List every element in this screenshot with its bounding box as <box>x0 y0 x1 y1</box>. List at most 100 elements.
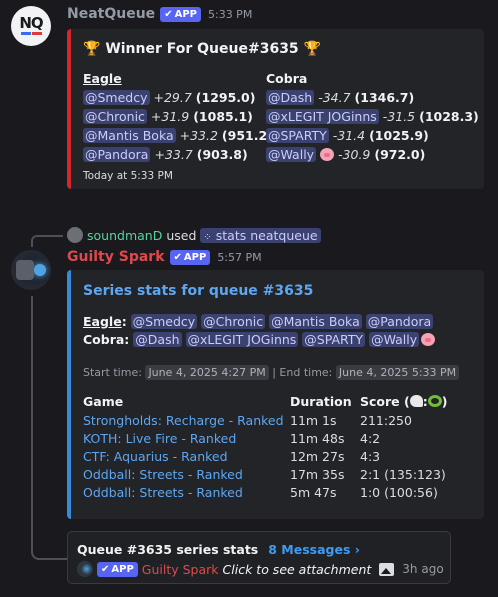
player-rating: (972.0) <box>374 147 426 162</box>
player-delta: -31.4 <box>332 128 366 143</box>
start-time-value[interactable]: June 4, 2025 4:27 PM <box>145 365 269 380</box>
player-delta: -30.9 <box>338 147 371 162</box>
image-icon <box>379 562 395 576</box>
neatqueue-logo-text: NQ <box>19 14 43 32</box>
team-eagle-name: Eagle <box>83 71 122 86</box>
trophy-icon: 🏆 <box>303 41 321 57</box>
apps-icon: ⁘ <box>203 231 212 243</box>
pig-icon <box>421 333 436 346</box>
thread-preview: ✔ APP Guilty Spark Click to see attachme… <box>77 561 444 577</box>
col-game-header: Game <box>83 394 124 409</box>
player-mention[interactable]: @Wally <box>369 332 420 347</box>
game-duration: 12m 27s <box>290 449 345 464</box>
neatqueue-username[interactable]: NeatQueue <box>67 6 155 22</box>
game-link[interactable]: CTF: Aquarius - Ranked <box>83 447 228 466</box>
app-badge-label: APP <box>183 251 207 263</box>
eagle-icon <box>409 395 423 407</box>
game-duration: 5m 47s <box>290 485 337 500</box>
msg2-header: Guilty Spark ✔ APP 5:57 PM <box>67 249 262 265</box>
team-eagle-row: @Pandora +33.7 (903.8) <box>83 145 273 164</box>
msg1-header: NeatQueue ✔ APP 5:33 PM <box>67 6 252 22</box>
player-delta: +31.9 <box>150 109 190 124</box>
neatqueue-avatar[interactable]: NQ <box>11 6 51 46</box>
neatqueue-logo-bar <box>21 32 31 35</box>
player-delta: +29.7 <box>153 90 192 105</box>
slash-command-label: stats neatqueue <box>215 227 318 243</box>
player-rating: (1346.7) <box>354 90 415 105</box>
player-mention[interactable]: @Smedcy <box>83 90 150 105</box>
winner-embed: 🏆 Winner For Queue#3635 🏆 Eagle @Smedcy … <box>67 29 484 189</box>
player-mention[interactable]: @Chronic <box>83 109 147 124</box>
player-delta: -34.7 <box>318 90 351 105</box>
guilty-spark-avatar[interactable] <box>11 250 51 290</box>
msg1-timestamp[interactable]: 5:33 PM <box>208 8 252 21</box>
table-row: Strongholds: Recharge - Ranked 11m 1s 21… <box>83 411 483 429</box>
time-separator: | <box>272 366 276 379</box>
game-link[interactable]: Oddball: Streets - Ranked <box>83 483 243 502</box>
game-score: 211:250 <box>360 413 412 428</box>
player-mention[interactable]: @Smedcy <box>130 314 198 329</box>
game-duration: 11m 1s <box>290 413 337 428</box>
player-mention[interactable]: @Dash <box>133 332 182 347</box>
game-link[interactable]: KOTH: Live Fire - Ranked <box>83 429 236 448</box>
check-icon: ✔ <box>164 8 173 20</box>
team-eagle-row: @Smedcy +29.7 (1295.0) <box>83 88 273 107</box>
check-icon: ✔ <box>173 251 182 263</box>
thread-age: 3h ago <box>402 562 444 576</box>
app-badge-label: APP <box>111 563 134 575</box>
reply-connector <box>31 235 63 247</box>
thread-header: Queue #3635 series stats 8 Messages › <box>77 542 360 557</box>
game-score: 4:2 <box>360 431 381 446</box>
app-badge: ✔ APP <box>169 249 211 265</box>
thread-title[interactable]: Queue #3635 series stats <box>77 542 258 557</box>
score-header-close: ) <box>441 394 448 409</box>
thread-author: Guilty Spark <box>141 561 219 577</box>
player-mention[interactable]: @Mantis Boka <box>83 128 176 143</box>
app-badge-label: APP <box>174 8 197 20</box>
player-mention[interactable]: @Pandora <box>365 314 434 329</box>
reply-username[interactable]: soundmanD <box>87 228 162 243</box>
app-badge: ✔ APP <box>97 561 138 577</box>
end-time-value[interactable]: June 4, 2025 5:33 PM <box>335 365 460 380</box>
table-row: Oddball: Streets - Ranked 17m 35s 2:1 (1… <box>83 465 483 483</box>
guilty-spark-mini-avatar <box>77 561 93 577</box>
games-table: Strongholds: Recharge - Ranked 11m 1s 21… <box>83 411 483 501</box>
reply-used-text: used <box>166 227 197 243</box>
player-mention[interactable]: @xLEGIT JOGinns <box>185 332 299 347</box>
player-mention[interactable]: @Chronic <box>201 314 266 329</box>
soundmand-avatar[interactable] <box>67 227 83 243</box>
guilty-spark-username[interactable]: Guilty Spark <box>67 249 165 265</box>
game-score: 2:1 (135:123) <box>360 467 446 482</box>
player-mention[interactable]: @Pandora <box>83 147 151 162</box>
player-rating: (1085.1) <box>193 109 253 124</box>
player-rating: (1295.0) <box>195 90 256 105</box>
game-link[interactable]: Oddball: Streets - Ranked <box>83 465 243 484</box>
pig-icon <box>320 148 335 161</box>
player-mention[interactable]: @SPARTY <box>302 332 366 347</box>
team-cobra-row: @SPARTY -31.4 (1025.9) <box>266 126 479 145</box>
series-stats-title[interactable]: Series stats for queue #3635 <box>83 283 313 299</box>
cobra-label: Cobra: <box>83 332 130 347</box>
player-mention[interactable]: @Dash <box>266 90 315 105</box>
app-badge: ✔ APP <box>160 6 201 22</box>
end-time-label: End time: <box>279 366 333 379</box>
player-mention[interactable]: @SPARTY <box>266 128 329 143</box>
score-header-text: Score ( <box>360 394 410 409</box>
winner-embed-footer: Today at 5:33 PM <box>83 170 173 182</box>
game-link[interactable]: Strongholds: Recharge - Ranked <box>83 411 284 430</box>
table-row: CTF: Aquarius - Ranked 12m 27s 4:3 <box>83 447 483 465</box>
msg2-timestamp[interactable]: 5:57 PM <box>217 251 261 264</box>
player-mention[interactable]: @xLEGIT JOGinns <box>266 109 379 124</box>
winner-title-text: Winner For Queue#3635 <box>105 41 299 57</box>
slash-command[interactable]: ⁘ stats neatqueue <box>200 227 321 243</box>
series-stats-embed: Series stats for queue #3635 Eagle: @Sme… <box>67 270 484 519</box>
player-mention[interactable]: @Wally <box>266 147 317 162</box>
thread-card[interactable]: Queue #3635 series stats 8 Messages › ✔ … <box>67 531 451 584</box>
eagle-colon: : <box>121 314 127 329</box>
team-cobra: Cobra @Dash -34.7 (1346.7) @xLEGIT JOGin… <box>266 69 479 164</box>
player-mention[interactable]: @Mantis Boka <box>269 314 362 329</box>
trophy-icon: 🏆 <box>83 41 101 57</box>
thread-message-count[interactable]: 8 Messages › <box>268 542 360 557</box>
game-duration: 11m 48s <box>290 431 345 446</box>
player-delta: +33.7 <box>154 147 193 162</box>
